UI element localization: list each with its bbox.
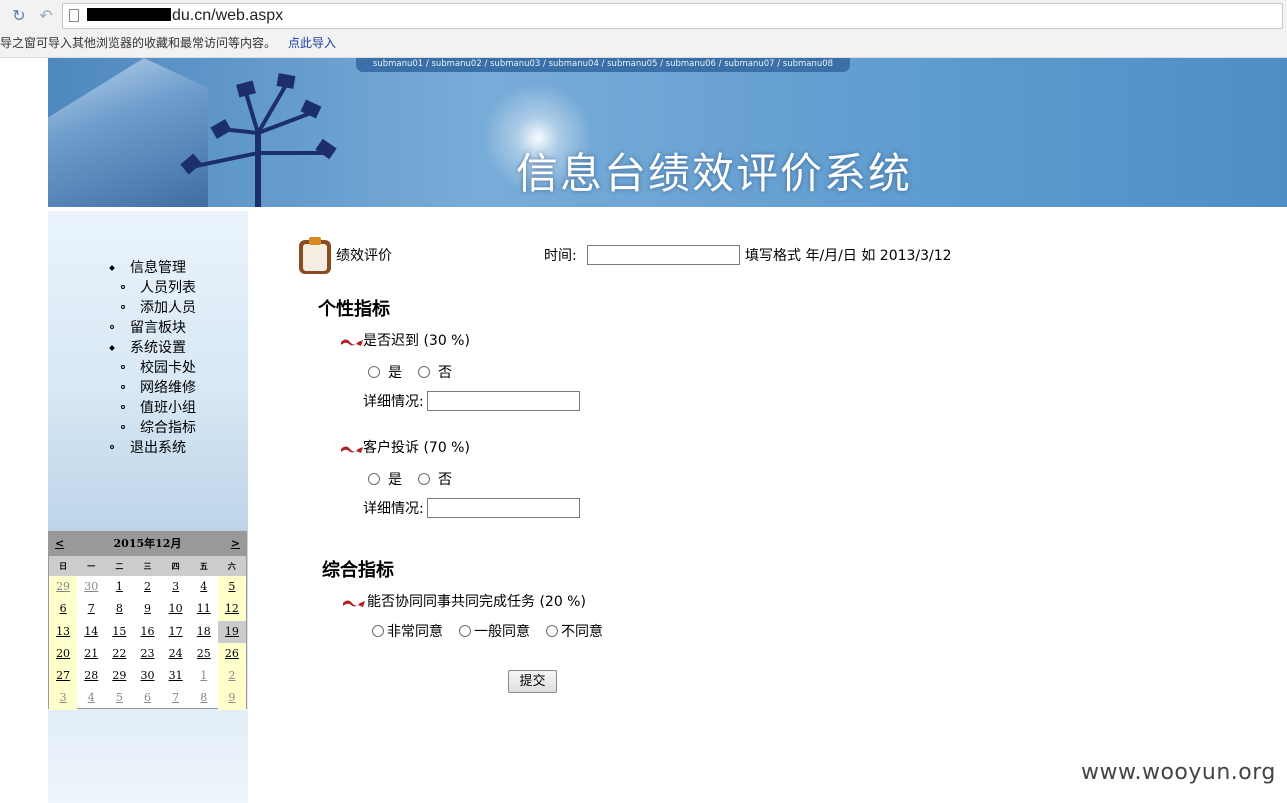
time-format-hint: 填写格式 年/月/日 如 2013/3/12 bbox=[745, 248, 952, 264]
section-title-personal: 个性指标 bbox=[318, 299, 390, 320]
late-yes-radio[interactable] bbox=[368, 366, 380, 378]
complaint-detail-input[interactable] bbox=[427, 498, 580, 518]
question-late: 是否迟到 (30 %) bbox=[363, 333, 470, 349]
teamwork-opt1-radio[interactable] bbox=[372, 625, 384, 637]
complaint-no-label: 否 bbox=[438, 472, 452, 488]
submit-button[interactable]: 提交 bbox=[508, 670, 557, 693]
teamwork-opt1-label: 非常同意 bbox=[387, 624, 443, 640]
teamwork-opt2-label: 一般同意 bbox=[474, 624, 530, 640]
watermark: www.wooyun.org bbox=[1081, 760, 1276, 785]
section-title-overall: 综合指标 bbox=[322, 560, 394, 581]
form-title: 绩效评价 bbox=[336, 248, 392, 264]
question-complaint: 客户投诉 (70 %) bbox=[363, 440, 470, 456]
red-arrow-icon bbox=[343, 600, 365, 607]
late-yes-label: 是 bbox=[388, 365, 402, 381]
complaint-detail-label: 详细情况: bbox=[363, 501, 424, 517]
complaint-yes-radio[interactable] bbox=[368, 473, 380, 485]
late-detail-label: 详细情况: bbox=[363, 394, 424, 410]
teamwork-opt3-radio[interactable] bbox=[546, 625, 558, 637]
late-detail-input[interactable] bbox=[427, 391, 580, 411]
late-no-label: 否 bbox=[438, 365, 452, 381]
main-form: 绩效评价 时间: 填写格式 年/月/日 如 2013/3/12 个性指标 是否迟… bbox=[0, 0, 1287, 803]
time-input[interactable] bbox=[587, 245, 740, 265]
complaint-no-radio[interactable] bbox=[418, 473, 430, 485]
clipboard-icon bbox=[299, 237, 331, 274]
time-label: 时间: bbox=[544, 248, 577, 264]
teamwork-opt2-radio[interactable] bbox=[459, 625, 471, 637]
red-arrow-icon bbox=[341, 339, 363, 346]
red-arrow-icon bbox=[341, 446, 363, 453]
teamwork-opt3-label: 不同意 bbox=[561, 624, 603, 640]
late-no-radio[interactable] bbox=[418, 366, 430, 378]
question-teamwork: 能否协同同事共同完成任务 (20 %) bbox=[367, 594, 586, 610]
complaint-yes-label: 是 bbox=[388, 472, 402, 488]
